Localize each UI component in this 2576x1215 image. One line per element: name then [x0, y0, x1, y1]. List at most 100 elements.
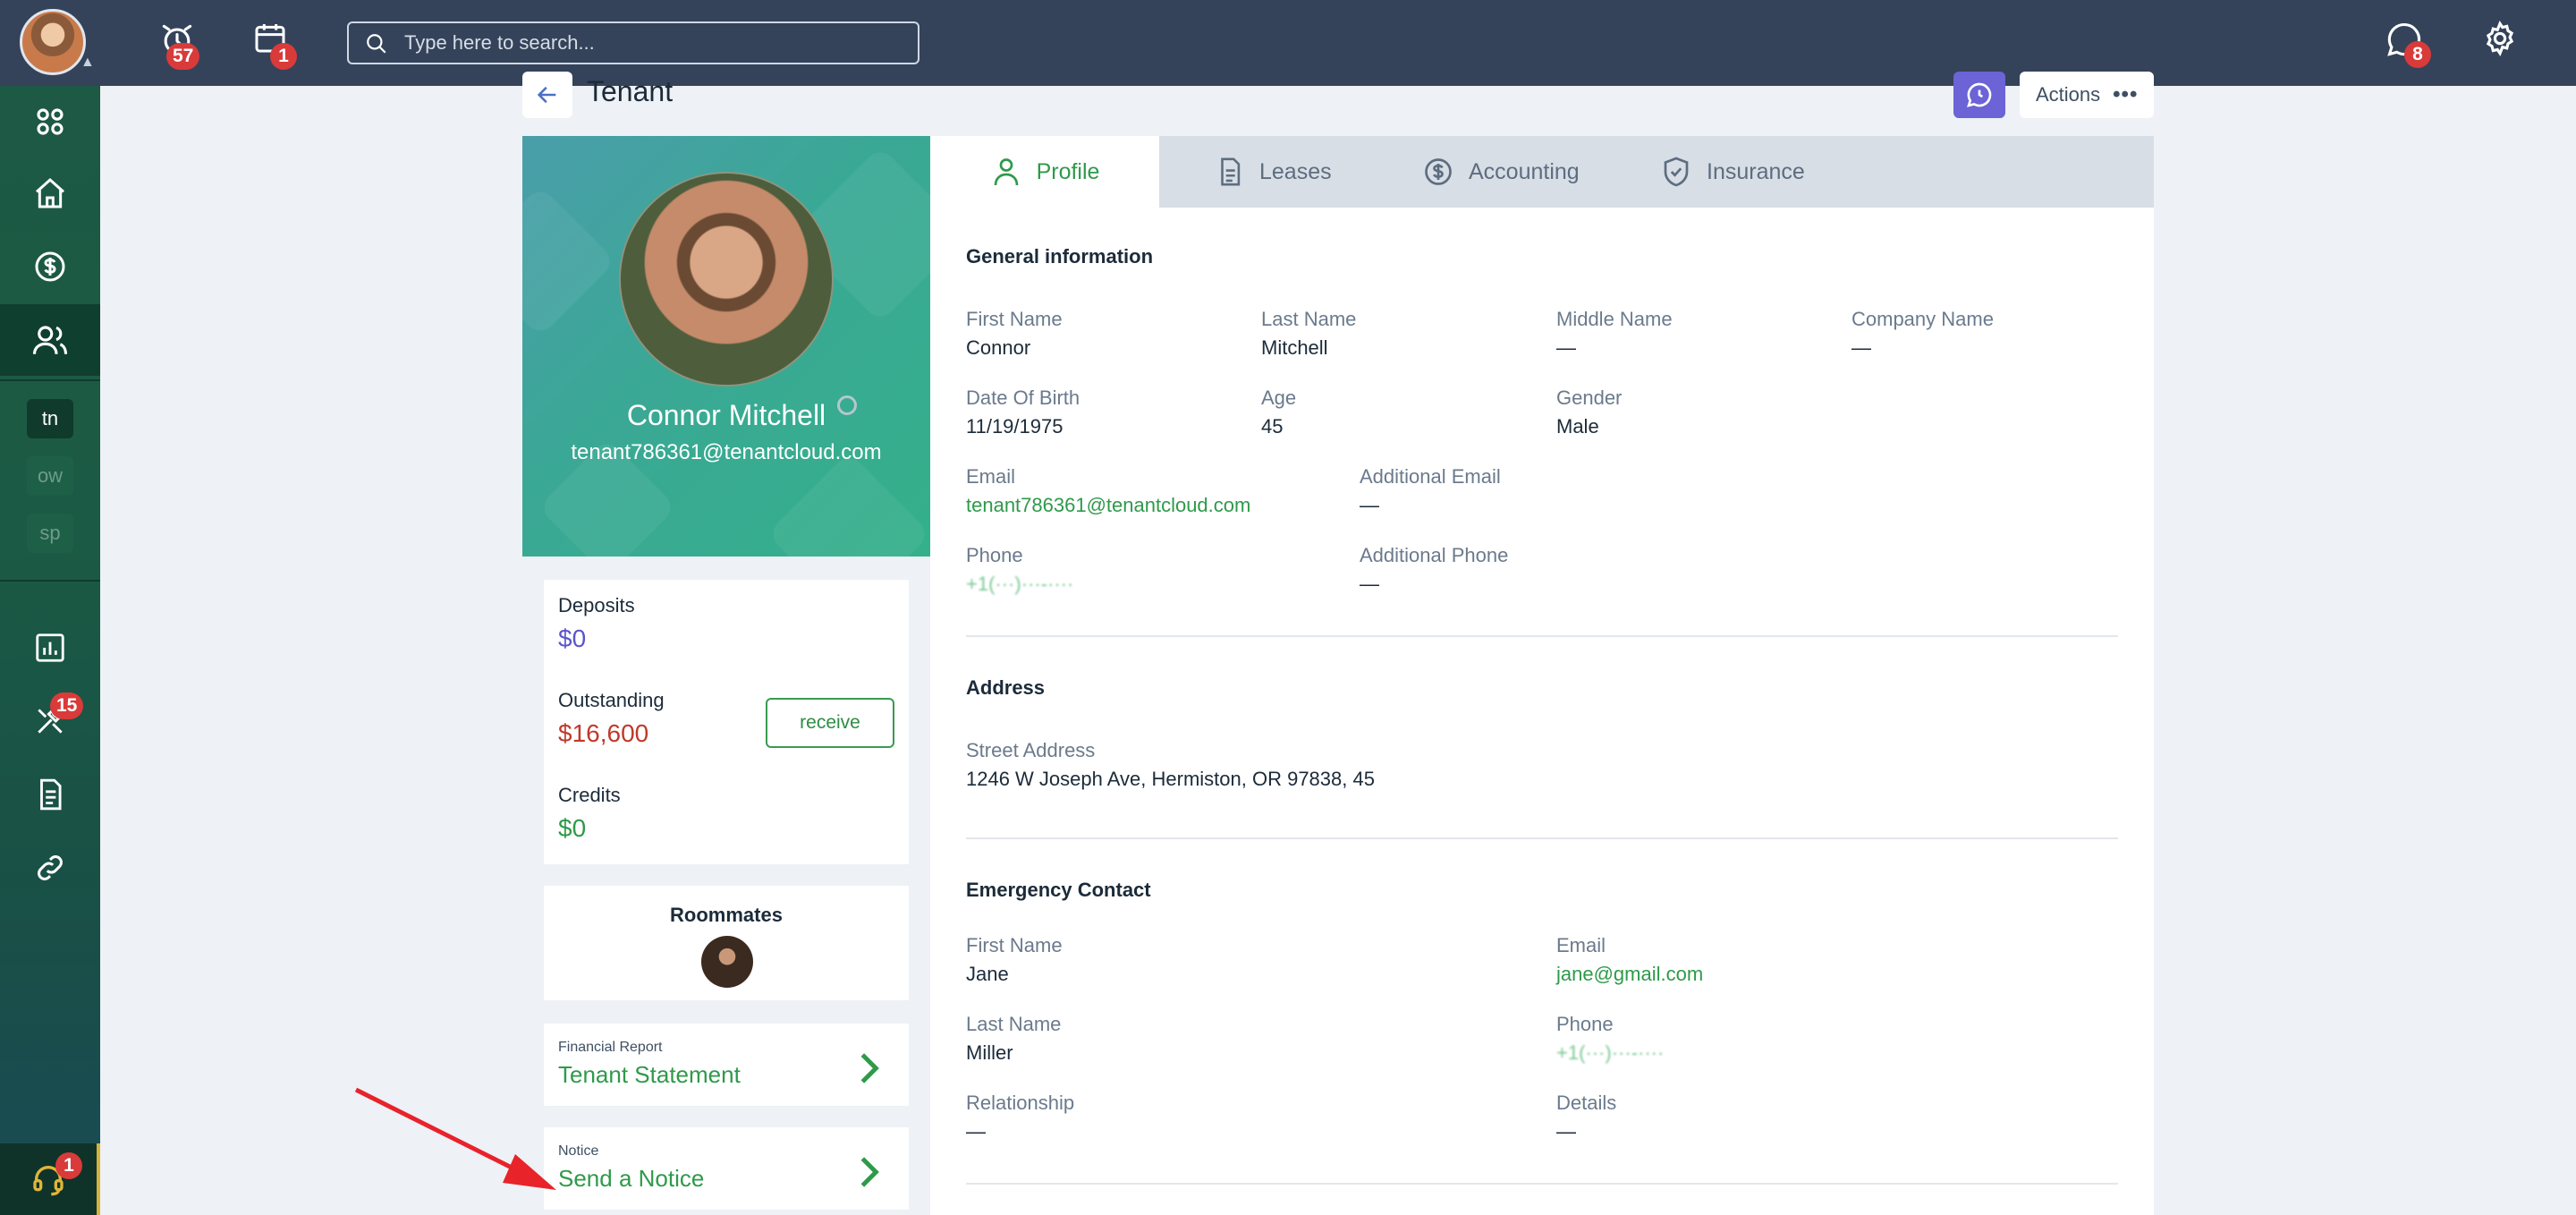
sidebar-item-documents[interactable]	[0, 759, 100, 830]
user-icon	[994, 158, 1018, 186]
ec-first-name-label: First Name	[966, 934, 1063, 956]
profile-panel: General information First Name Connor La…	[930, 208, 2154, 1215]
financial-report-label: Financial Report	[558, 1040, 663, 1055]
notice-label: Notice	[558, 1143, 599, 1159]
last-name-label: Last Name	[1261, 308, 1357, 330]
ec-details-value: —	[1556, 1120, 1576, 1143]
tab-bar: Profile Leases Accounting Insurance	[930, 136, 2154, 208]
ec-relationship-label: Relationship	[966, 1092, 1075, 1114]
ec-email-label: Email	[1556, 934, 1606, 956]
page-title: Tenant	[587, 75, 674, 107]
credits-value: $0	[558, 814, 587, 842]
additional-phone-label: Additional Phone	[1360, 544, 1509, 566]
user-avatar[interactable]	[20, 9, 86, 75]
street-address-label: Street Address	[966, 739, 1096, 761]
sidebar-item-home[interactable]	[0, 157, 100, 229]
email-label: Email	[966, 465, 1016, 488]
tenant-photo[interactable]	[619, 172, 834, 387]
receive-button[interactable]: receive	[766, 698, 894, 748]
sidebar-tag-sp[interactable]: sp	[27, 514, 73, 553]
additional-email-label: Additional Email	[1360, 465, 1501, 488]
decorative-shape	[522, 185, 616, 337]
email-value[interactable]: tenant786361@tenantcloud.com	[966, 494, 1250, 517]
tab-accounting-label: Accounting	[1469, 158, 1580, 184]
dollar-circle-icon	[1425, 158, 1452, 185]
search-box[interactable]	[347, 21, 919, 64]
calendar-icon[interactable]: 1	[252, 20, 297, 70]
last-name-value: Mitchell	[1261, 336, 1328, 359]
deposits-value: $0	[558, 624, 587, 652]
age-value: 45	[1261, 415, 1284, 438]
tab-accounting[interactable]: Accounting	[1422, 136, 1580, 208]
roommates-card: Roommates	[544, 886, 909, 1000]
deposits-label: Deposits	[558, 594, 635, 616]
additional-email-value: —	[1360, 494, 1379, 516]
ec-last-name-label: Last Name	[966, 1013, 1062, 1035]
phone-value[interactable]: +1(···)···-····	[966, 573, 1073, 596]
tab-leases[interactable]: Leases	[1215, 136, 1332, 208]
sidebar: tn ow sp 15 1	[0, 86, 100, 1215]
tenant-name: Connor Mitchell	[626, 399, 826, 431]
sidebar-item-payments[interactable]	[0, 231, 100, 302]
company-name-value: —	[1852, 336, 1871, 359]
tab-profile-label: Profile	[1036, 158, 1100, 184]
chevron-right-icon	[860, 1157, 879, 1187]
dob-label: Date Of Birth	[966, 387, 1080, 409]
notifications-badge: 57	[166, 43, 200, 70]
apps-grid-icon	[37, 108, 64, 135]
maintenance-badge: 15	[50, 692, 84, 719]
more-dots-icon: •••	[2113, 82, 2139, 106]
sidebar-support[interactable]: 1	[0, 1143, 100, 1215]
sidebar-tag-ow[interactable]: ow	[27, 456, 73, 496]
tab-insurance-label: Insurance	[1707, 158, 1805, 184]
tab-leases-label: Leases	[1259, 158, 1332, 184]
sidebar-item-maintenance[interactable]: 15	[0, 685, 100, 757]
tab-profile[interactable]: Profile	[930, 136, 1159, 208]
search-input[interactable]	[404, 23, 905, 63]
document-icon	[40, 778, 62, 811]
messages-icon[interactable]: 8	[2385, 20, 2431, 68]
phone-label: Phone	[966, 544, 1023, 566]
tenant-email: tenant786361@tenantcloud.com	[571, 440, 882, 464]
section-divider	[966, 837, 2118, 839]
sidebar-item-apps[interactable]	[0, 86, 100, 157]
dob-value: 11/19/1975	[966, 415, 1063, 438]
sidebar-item-links[interactable]	[0, 832, 100, 904]
pin-icon: ▲	[80, 55, 95, 70]
decorative-shape	[767, 452, 930, 557]
dollar-circle-icon	[35, 251, 65, 282]
sidebar-item-reports[interactable]	[0, 612, 100, 684]
notifications-alarm-icon[interactable]: 57	[157, 20, 200, 70]
chat-button[interactable]	[1953, 72, 2005, 118]
sidebar-item-contacts[interactable]	[0, 304, 100, 376]
arrow-left-icon	[537, 86, 556, 104]
roommate-avatar[interactable]	[701, 936, 753, 988]
sidebar-divider	[0, 379, 100, 381]
credits-label: Credits	[558, 784, 621, 806]
settings-gear-icon[interactable]	[2481, 20, 2524, 63]
home-icon	[36, 177, 64, 208]
document-icon	[1221, 157, 1241, 186]
address-title: Address	[966, 676, 1046, 699]
send-notice-link[interactable]: Notice Send a Notice	[544, 1127, 909, 1210]
actions-label: Actions	[2036, 83, 2101, 106]
back-button[interactable]	[522, 72, 572, 118]
search-icon	[367, 34, 386, 54]
ec-email-value[interactable]: jane@gmail.com	[1556, 963, 1703, 986]
link-icon	[38, 855, 63, 880]
age-label: Age	[1261, 387, 1297, 409]
gender-value: Male	[1556, 415, 1599, 438]
send-notice-label: Send a Notice	[558, 1165, 705, 1192]
tab-insurance[interactable]: Insurance	[1660, 136, 1805, 208]
tenant-statement-link[interactable]: Financial Report Tenant Statement	[544, 1024, 909, 1106]
users-icon	[32, 326, 68, 354]
street-address-value: 1246 W Joseph Ave, Hermiston, OR 97838, …	[966, 768, 1375, 790]
sidebar-tag-tn[interactable]: tn	[27, 399, 73, 438]
tenant-profile-hero: Connor Mitchell tenant786361@tenantcloud…	[522, 136, 930, 557]
annotation-arrow-icon	[354, 1087, 556, 1190]
first-name-label: First Name	[966, 308, 1063, 330]
chevron-right-icon	[860, 1053, 879, 1083]
actions-button[interactable]: Actions •••	[2020, 72, 2154, 118]
ec-phone-value[interactable]: +1(···)···-····	[1556, 1041, 1664, 1065]
gender-label: Gender	[1556, 387, 1623, 409]
